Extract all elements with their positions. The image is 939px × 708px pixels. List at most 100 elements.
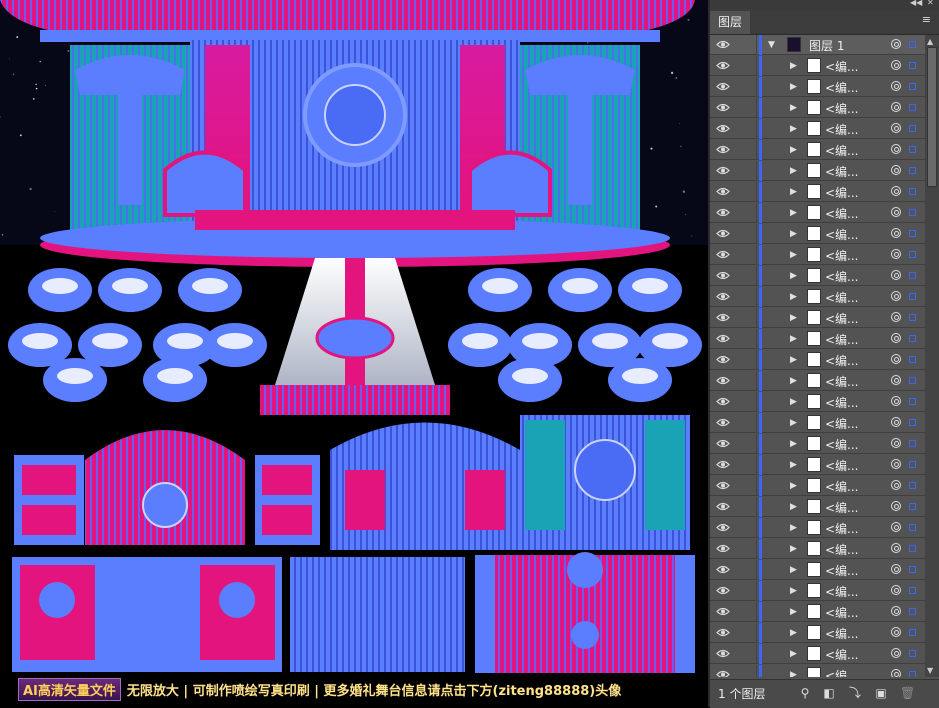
expand-triangle-icon[interactable]: ▶ (790, 102, 797, 114)
selection-indicator[interactable] (909, 503, 916, 510)
expand-triangle-icon[interactable]: ▶ (790, 648, 797, 660)
eye-icon[interactable] (716, 418, 730, 427)
lock-toggle[interactable] (738, 77, 757, 97)
selection-indicator[interactable] (909, 419, 916, 426)
target-icon[interactable] (891, 60, 901, 70)
target-icon[interactable] (891, 144, 901, 154)
lock-toggle[interactable] (738, 413, 757, 433)
eye-icon[interactable] (716, 334, 730, 343)
sublayer-row[interactable]: ▶ <编... (710, 560, 925, 580)
create-sublayer-icon[interactable]: ⤵ (848, 686, 862, 700)
locate-object-icon[interactable]: ⚲ (798, 686, 812, 700)
target-icon[interactable] (891, 627, 901, 637)
eye-icon[interactable] (716, 649, 730, 658)
close-panel-icon[interactable]: ✕ (927, 0, 934, 8)
sublayer-row[interactable]: ▶ <编... (710, 392, 925, 412)
sublayer-row[interactable]: ▶ <编... (710, 203, 925, 223)
lock-toggle[interactable] (738, 518, 757, 538)
expand-triangle-icon[interactable]: ▼ (768, 39, 775, 51)
sublayer-row[interactable]: ▶ <编... (710, 245, 925, 265)
lock-toggle[interactable] (738, 455, 757, 475)
target-icon[interactable] (891, 480, 901, 490)
expand-triangle-icon[interactable]: ▶ (790, 669, 797, 677)
sublayer-row[interactable]: ▶ <编... (710, 623, 925, 643)
expand-triangle-icon[interactable]: ▶ (790, 312, 797, 324)
selection-indicator[interactable] (909, 356, 916, 363)
target-icon[interactable] (891, 417, 901, 427)
eye-icon[interactable] (716, 460, 730, 469)
selection-indicator[interactable] (909, 314, 916, 321)
target-icon[interactable] (891, 312, 901, 322)
eye-icon[interactable] (716, 523, 730, 532)
target-icon[interactable] (891, 81, 901, 91)
target-icon[interactable] (891, 186, 901, 196)
panel-menu-icon[interactable]: ≡ (922, 13, 931, 26)
sublayer-row[interactable]: ▶ <编... (710, 224, 925, 244)
sublayer-row[interactable]: ▶ <编... (710, 602, 925, 622)
create-new-layer-icon[interactable]: ▣ (874, 686, 888, 700)
expand-triangle-icon[interactable]: ▶ (790, 606, 797, 618)
lock-toggle[interactable] (738, 539, 757, 559)
selection-indicator[interactable] (909, 482, 916, 489)
eye-icon[interactable] (716, 670, 730, 677)
expand-triangle-icon[interactable]: ▶ (790, 270, 797, 282)
target-icon[interactable] (891, 543, 901, 553)
lock-toggle[interactable] (738, 623, 757, 643)
sublayer-row[interactable]: ▶ <编... (710, 644, 925, 664)
sublayer-row[interactable]: ▶ <编... (710, 581, 925, 601)
sublayer-row[interactable]: ▶ <编... (710, 476, 925, 496)
sublayer-row[interactable]: ▶ <编... (710, 413, 925, 433)
expand-triangle-icon[interactable]: ▶ (790, 417, 797, 429)
lock-toggle[interactable] (738, 434, 757, 454)
eye-icon[interactable] (716, 166, 730, 175)
lock-toggle[interactable] (738, 665, 757, 677)
selection-indicator[interactable] (909, 125, 916, 132)
sublayer-row[interactable]: ▶ <编... (710, 665, 925, 677)
expand-triangle-icon[interactable]: ▶ (790, 375, 797, 387)
lock-toggle[interactable] (738, 497, 757, 517)
selection-indicator[interactable] (909, 629, 916, 636)
expand-triangle-icon[interactable]: ▶ (790, 144, 797, 156)
lock-toggle[interactable] (738, 119, 757, 139)
expand-triangle-icon[interactable]: ▶ (790, 81, 797, 93)
eye-icon[interactable] (716, 82, 730, 91)
sublayer-row[interactable]: ▶ <编... (710, 518, 925, 538)
target-icon[interactable] (891, 165, 901, 175)
eye-icon[interactable] (716, 40, 730, 49)
target-icon[interactable] (891, 207, 901, 217)
eye-icon[interactable] (716, 565, 730, 574)
lock-toggle[interactable] (738, 560, 757, 580)
expand-triangle-icon[interactable]: ▶ (790, 459, 797, 471)
target-icon[interactable] (891, 270, 901, 280)
expand-triangle-icon[interactable]: ▶ (790, 501, 797, 513)
eye-icon[interactable] (716, 250, 730, 259)
lock-toggle[interactable] (738, 98, 757, 118)
lock-toggle[interactable] (738, 392, 757, 412)
collapse-icon[interactable]: ◀◀ (910, 0, 922, 8)
sublayer-row[interactable]: ▶ <编... (710, 371, 925, 391)
eye-icon[interactable] (716, 271, 730, 280)
expand-triangle-icon[interactable]: ▶ (790, 480, 797, 492)
target-icon[interactable] (891, 102, 901, 112)
target-icon[interactable] (891, 39, 901, 49)
sublayer-row[interactable]: ▶ <编... (710, 287, 925, 307)
target-icon[interactable] (891, 648, 901, 658)
selection-indicator[interactable] (909, 293, 916, 300)
target-icon[interactable] (891, 396, 901, 406)
selection-indicator[interactable] (909, 545, 916, 552)
eye-icon[interactable] (716, 439, 730, 448)
lock-toggle[interactable] (738, 350, 757, 370)
expand-triangle-icon[interactable]: ▶ (790, 585, 797, 597)
target-icon[interactable] (891, 123, 901, 133)
expand-triangle-icon[interactable]: ▶ (790, 60, 797, 72)
selection-indicator[interactable] (909, 524, 916, 531)
expand-triangle-icon[interactable]: ▶ (790, 228, 797, 240)
selection-indicator[interactable] (909, 335, 916, 342)
expand-triangle-icon[interactable]: ▶ (790, 207, 797, 219)
expand-triangle-icon[interactable]: ▶ (790, 396, 797, 408)
target-icon[interactable] (891, 564, 901, 574)
selection-indicator[interactable] (909, 230, 916, 237)
sublayer-row[interactable]: ▶ <编... (710, 56, 925, 76)
lock-toggle[interactable] (738, 161, 757, 181)
lock-toggle[interactable] (738, 56, 757, 76)
